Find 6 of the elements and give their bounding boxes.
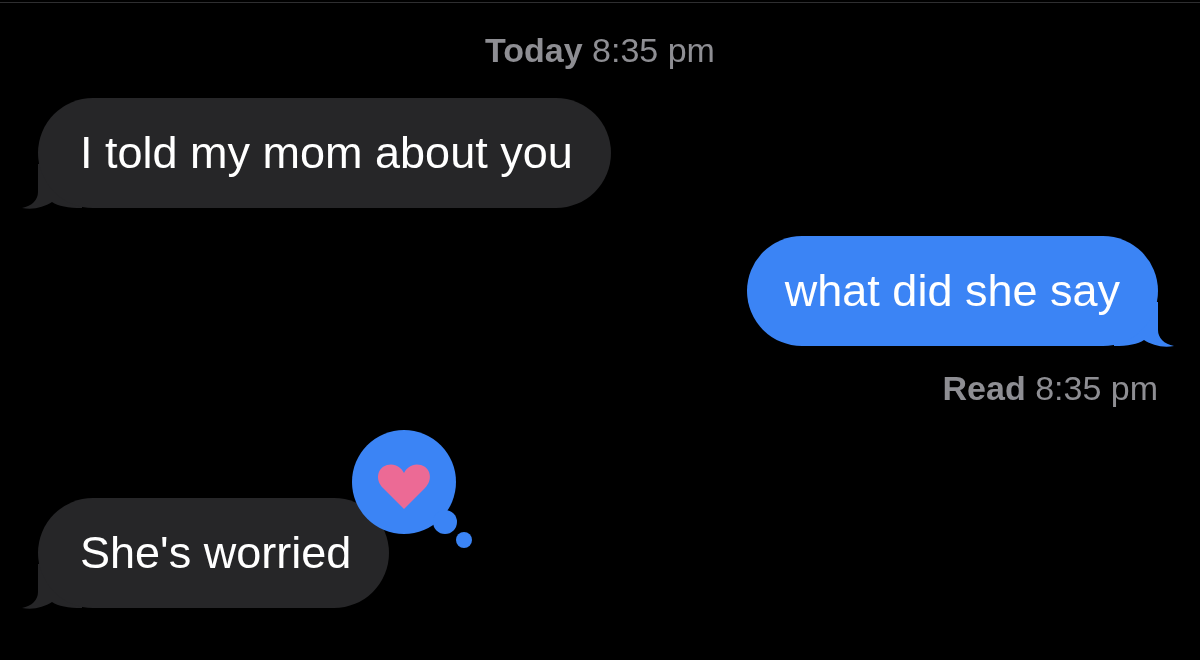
read-receipt: Read 8:35 pm bbox=[942, 368, 1158, 408]
date-header: Today 8:35 pm bbox=[485, 30, 715, 70]
heart-tapback-icon bbox=[352, 430, 473, 548]
message-bubble: what did she say bbox=[746, 236, 1158, 346]
message-bubble: She's worried bbox=[38, 498, 390, 608]
message-bubble: I told my mom about you bbox=[38, 98, 611, 208]
